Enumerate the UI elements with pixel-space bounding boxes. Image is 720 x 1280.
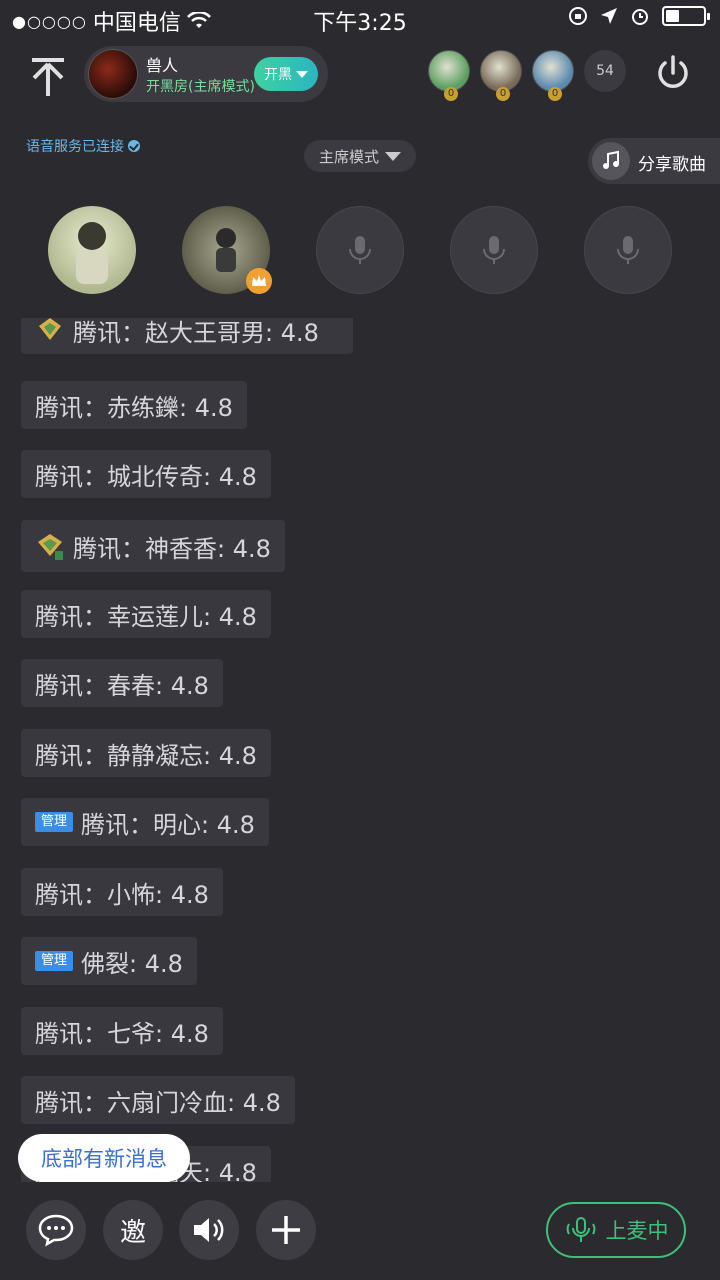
audience-badge: 0 [444,87,458,101]
music-note-icon [592,142,630,180]
share-song-button[interactable]: 分享歌曲 [588,138,720,184]
rank-badge-icon [35,531,65,561]
chat-message-text: 腾讯：赤练鑠: 4.8 [35,393,233,422]
chat-message: 腾讯：赵大王哥男: 4.8 [21,318,353,354]
check-icon [128,140,140,152]
audience-badge: 0 [548,87,562,101]
chat-message-text: 腾讯：静静凝忘: 4.8 [35,741,257,770]
invite-label: 邀 [119,1217,146,1248]
mic-status-label: 上麦中 [605,1219,669,1243]
add-button[interactable] [256,1200,316,1260]
audience-avatar[interactable]: 0 [532,50,574,101]
share-song-label: 分享歌曲 [638,155,706,175]
microphone-icon [566,1217,595,1242]
speaker-button[interactable] [179,1200,239,1260]
audience-count[interactable]: 54 [584,50,626,92]
room-avatar [88,49,138,99]
voice-service-label: 语音服务已连接 [26,139,124,155]
chat-message: 腾讯：赤练鑠: 4.8 [21,381,247,429]
rank-badge-icon [35,318,65,345]
room-mode-label: 开黑 [264,67,292,83]
mic-seat-empty[interactable] [450,206,538,294]
plus-icon [272,1216,300,1244]
mic-seat-host[interactable] [182,206,272,294]
crown-icon [246,268,272,294]
chat-message-text: 腾讯：幸运莲儿: 4.8 [35,602,257,631]
chevron-down-icon [385,151,401,161]
voice-service-status: 语音服务已连接 [26,136,140,156]
room-name: 兽人 [146,56,179,75]
chat-message: 腾讯：城北传奇: 4.8 [21,450,271,498]
chat-message-list[interactable]: 腾讯：赵大王哥男: 4.8 腾讯：赤练鑠: 4.8 腾讯：城北传奇: 4.8 腾… [0,318,720,1182]
chat-message: 管理 佛裂: 4.8 [21,937,197,985]
chat-message: 腾讯：静静凝忘: 4.8 [21,729,271,777]
speaker-icon [194,1218,224,1242]
chat-message-text: 佛裂: 4.8 [81,949,183,978]
chat-button[interactable] [26,1200,86,1260]
chat-bubble-icon [38,1214,74,1247]
power-icon[interactable] [652,52,694,94]
chat-message-text: 腾讯：明心: 4.8 [81,810,255,839]
chat-message-text: 腾讯：城北传奇: 4.8 [35,462,257,491]
status-bar: ●○○○○ 中国电信 下午3:25 [0,0,720,36]
microphone-icon [617,236,639,264]
collapse-up-icon[interactable] [24,52,72,100]
battery-icon [662,6,710,26]
microphone-icon [349,236,371,264]
chat-message-text: 腾讯：六扇门冷血: 4.8 [35,1088,281,1117]
chat-message-text: 腾讯：神香香: 4.8 [73,534,271,563]
microphone-icon [483,236,505,264]
new-message-notice[interactable]: 底部有新消息 [18,1134,190,1182]
chat-message-text: 腾讯：赵大王哥男: 4.8 [73,318,319,347]
location-icon [601,8,617,24]
room-subtitle: 开黑房(主席模式) [146,79,255,95]
room-info-pill[interactable]: 兽人 开黑房(主席模式) 开黑 [84,46,328,102]
chat-message: 腾讯：小怖: 4.8 [21,868,223,916]
audience-avatar[interactable]: 0 [480,50,522,101]
chat-message: 腾讯：春春: 4.8 [21,659,223,707]
admin-badge: 管理 [35,812,74,832]
chevron-down-icon [296,70,308,78]
audience-avatar[interactable]: 0 [428,50,470,101]
chat-message: 腾讯：六扇门冷血: 4.8 [21,1076,295,1124]
chat-message-text: 腾讯：小怖: 4.8 [35,880,209,909]
alarm-icon [632,9,648,25]
room-header: 兽人 开黑房(主席模式) 开黑 0 0 0 54 [0,40,720,110]
chat-message: 管理 腾讯：明心: 4.8 [21,798,269,846]
chair-mode-label: 主席模式 [318,147,379,166]
mic-seat-empty[interactable] [316,206,404,294]
chair-mode-select[interactable]: 主席模式 [304,140,416,172]
chat-message: 腾讯：七爷: 4.8 [21,1007,223,1055]
chat-message: 腾讯：神香香: 4.8 [21,520,285,572]
invite-button[interactable]: 邀 [103,1200,163,1260]
user-avatar [76,222,108,284]
room-mode-button[interactable]: 开黑 [254,57,318,91]
audience-badge: 0 [496,87,510,101]
rotation-lock-icon [569,7,587,25]
chat-message-text: 腾讯：七爷: 4.8 [35,1019,209,1048]
admin-badge: 管理 [35,951,74,971]
mic-seat-occupied[interactable] [48,206,136,294]
mic-seat-empty[interactable] [584,206,672,294]
chat-message: 腾讯：幸运莲儿: 4.8 [21,590,271,638]
mic-status-button[interactable]: 上麦中 [546,1202,686,1258]
chat-message-text: 腾讯：春春: 4.8 [35,671,209,700]
